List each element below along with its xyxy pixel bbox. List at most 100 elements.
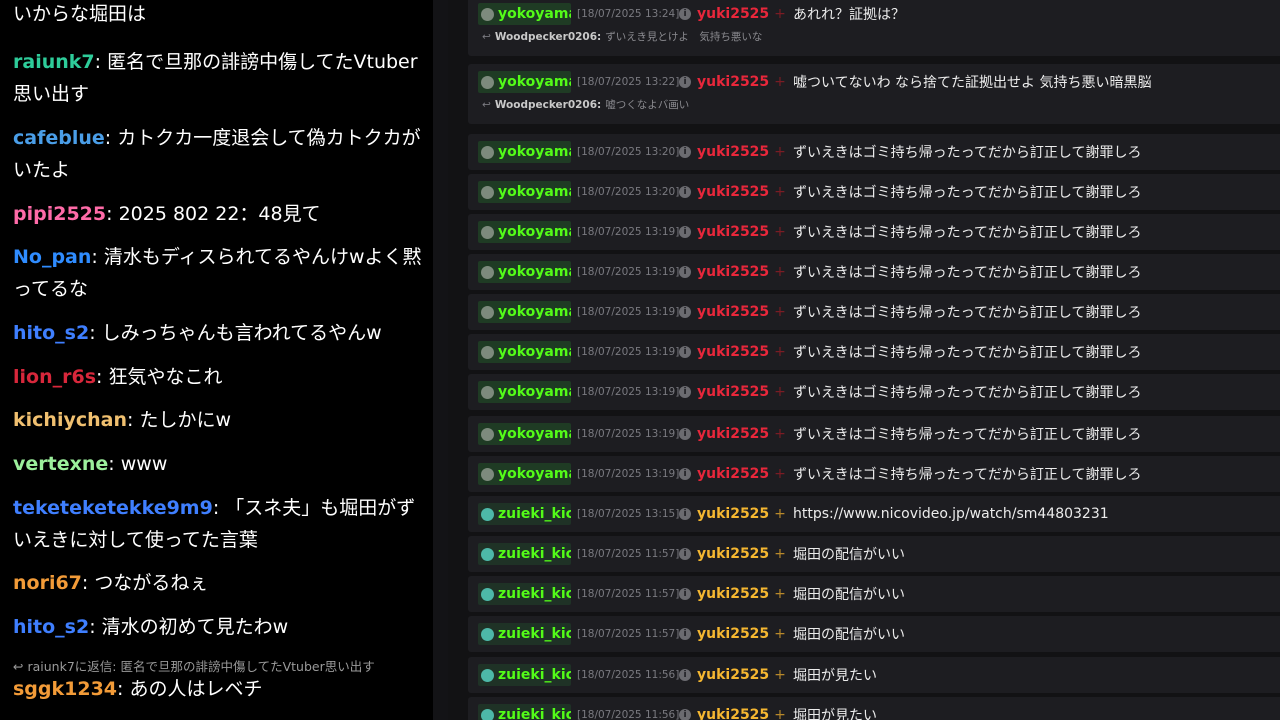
info-icon[interactable]: i	[679, 428, 691, 440]
plus-icon[interactable]: +	[771, 707, 789, 720]
author-name[interactable]: yokoyamai	[498, 264, 571, 280]
target-username[interactable]: yuki2525	[697, 304, 769, 320]
target-username[interactable]: yuki2525	[697, 546, 769, 562]
info-icon[interactable]: i	[679, 8, 691, 20]
author-badge[interactable]: zuieki_kick	[478, 664, 571, 686]
author-name[interactable]: yokoyamai	[498, 224, 571, 240]
chat-username[interactable]: sggk1234	[13, 678, 117, 700]
info-icon[interactable]: i	[679, 709, 691, 720]
chat-username[interactable]: kichiychan	[13, 409, 127, 431]
author-name[interactable]: yokoyamai	[498, 184, 571, 200]
info-icon[interactable]: i	[679, 588, 691, 600]
reply-username[interactable]: Woodpecker0206:	[495, 31, 601, 43]
target-username[interactable]: yuki2525	[697, 667, 769, 683]
author-badge[interactable]: yokoyamai	[478, 381, 571, 403]
plus-icon[interactable]: +	[771, 586, 789, 602]
chat-username[interactable]: hito_s2	[13, 322, 89, 344]
author-badge[interactable]: zuieki_kick	[478, 503, 571, 525]
plus-icon[interactable]: +	[771, 626, 789, 642]
info-icon[interactable]: i	[679, 346, 691, 358]
author-badge[interactable]: zuieki_kick	[478, 704, 571, 720]
info-icon[interactable]: i	[679, 386, 691, 398]
target-username[interactable]: yuki2525	[697, 466, 769, 482]
target-username[interactable]: yuki2525	[697, 384, 769, 400]
plus-icon[interactable]: +	[771, 6, 789, 22]
author-badge[interactable]: zuieki_kick	[478, 623, 571, 645]
author-name[interactable]: yokoyamai	[498, 466, 571, 482]
plus-icon[interactable]: +	[771, 184, 789, 200]
target-username[interactable]: yuki2525	[697, 224, 769, 240]
info-icon[interactable]: i	[679, 186, 691, 198]
info-icon[interactable]: i	[679, 548, 691, 560]
info-icon[interactable]: i	[679, 76, 691, 88]
target-username[interactable]: yuki2525	[697, 626, 769, 642]
plus-icon[interactable]: +	[771, 344, 789, 360]
chat-username[interactable]: lion_r6s	[13, 366, 96, 388]
plus-icon[interactable]: +	[771, 466, 789, 482]
info-icon[interactable]: i	[679, 146, 691, 158]
plus-icon[interactable]: +	[771, 667, 789, 683]
target-username[interactable]: yuki2525	[697, 264, 769, 280]
info-icon[interactable]: i	[679, 468, 691, 480]
plus-icon[interactable]: +	[771, 224, 789, 240]
target-username[interactable]: yuki2525	[697, 586, 769, 602]
author-name[interactable]: yokoyamai	[498, 344, 571, 360]
target-username[interactable]: yuki2525	[697, 707, 769, 720]
plus-icon[interactable]: +	[771, 384, 789, 400]
author-name[interactable]: yokoyamai	[498, 384, 571, 400]
author-name[interactable]: zuieki_kick	[498, 667, 571, 683]
author-name[interactable]: yokoyamai	[498, 426, 571, 442]
plus-icon[interactable]: +	[771, 546, 789, 562]
target-username[interactable]: yuki2525	[697, 74, 769, 90]
author-badge[interactable]: zuieki_kick	[478, 543, 571, 565]
target-username[interactable]: yuki2525	[697, 6, 769, 22]
author-name[interactable]: zuieki_kick	[498, 546, 571, 562]
chat-username[interactable]: No_pan	[13, 246, 91, 268]
target-username[interactable]: yuki2525	[697, 426, 769, 442]
info-icon[interactable]: i	[679, 508, 691, 520]
author-badge[interactable]: yokoyamai	[478, 3, 571, 25]
reply-username[interactable]: Woodpecker0206:	[495, 99, 601, 111]
author-name[interactable]: zuieki_kick	[498, 626, 571, 642]
author-badge[interactable]: zuieki_kick	[478, 583, 571, 605]
target-username[interactable]: yuki2525	[697, 506, 769, 522]
info-icon[interactable]: i	[679, 226, 691, 238]
author-name[interactable]: zuieki_kick	[498, 506, 571, 522]
info-icon[interactable]: i	[679, 266, 691, 278]
author-badge[interactable]: yokoyamai	[478, 423, 571, 445]
target-username[interactable]: yuki2525	[697, 144, 769, 160]
chat-username[interactable]: cafeblue	[13, 127, 105, 149]
plus-icon[interactable]: +	[771, 144, 789, 160]
author-name[interactable]: zuieki_kick	[498, 707, 571, 720]
chat-username[interactable]: nori67	[13, 572, 82, 594]
author-badge[interactable]: yokoyamai	[478, 463, 571, 485]
author-badge[interactable]: yokoyamai	[478, 341, 571, 363]
author-name[interactable]: yokoyamai	[498, 74, 571, 90]
chat-username[interactable]: pipi2525	[13, 203, 106, 225]
author-name[interactable]: zuieki_kick	[498, 586, 571, 602]
plus-icon[interactable]: +	[771, 264, 789, 280]
author-badge[interactable]: yokoyamai	[478, 301, 571, 323]
author-badge[interactable]: yokoyamai	[478, 261, 571, 283]
plus-icon[interactable]: +	[771, 74, 789, 90]
author-badge[interactable]: yokoyamai	[478, 221, 571, 243]
info-icon[interactable]: i	[679, 628, 691, 640]
chat-username[interactable]: hito_s2	[13, 616, 89, 638]
author-name[interactable]: yokoyamai	[498, 6, 571, 22]
plus-icon[interactable]: +	[771, 426, 789, 442]
author-badge[interactable]: yokoyamai	[478, 71, 571, 93]
chat-username[interactable]: vertexne	[13, 453, 108, 475]
author-name[interactable]: yokoyamai	[498, 144, 571, 160]
author-badge[interactable]: yokoyamai	[478, 181, 571, 203]
target-username[interactable]: yuki2525	[697, 344, 769, 360]
log-row-main: yokoyamai [18/07/2025 13:19]i yuki2525+ずいえ…	[478, 423, 1278, 445]
info-icon[interactable]: i	[679, 306, 691, 318]
info-icon[interactable]: i	[679, 669, 691, 681]
target-username[interactable]: yuki2525	[697, 184, 769, 200]
chat-username[interactable]: teketeketekke9m9	[13, 497, 213, 519]
plus-icon[interactable]: +	[771, 506, 789, 522]
author-name[interactable]: yokoyamai	[498, 304, 571, 320]
chat-username[interactable]: raiunk7	[13, 51, 95, 73]
author-badge[interactable]: yokoyamai	[478, 141, 571, 163]
plus-icon[interactable]: +	[771, 304, 789, 320]
